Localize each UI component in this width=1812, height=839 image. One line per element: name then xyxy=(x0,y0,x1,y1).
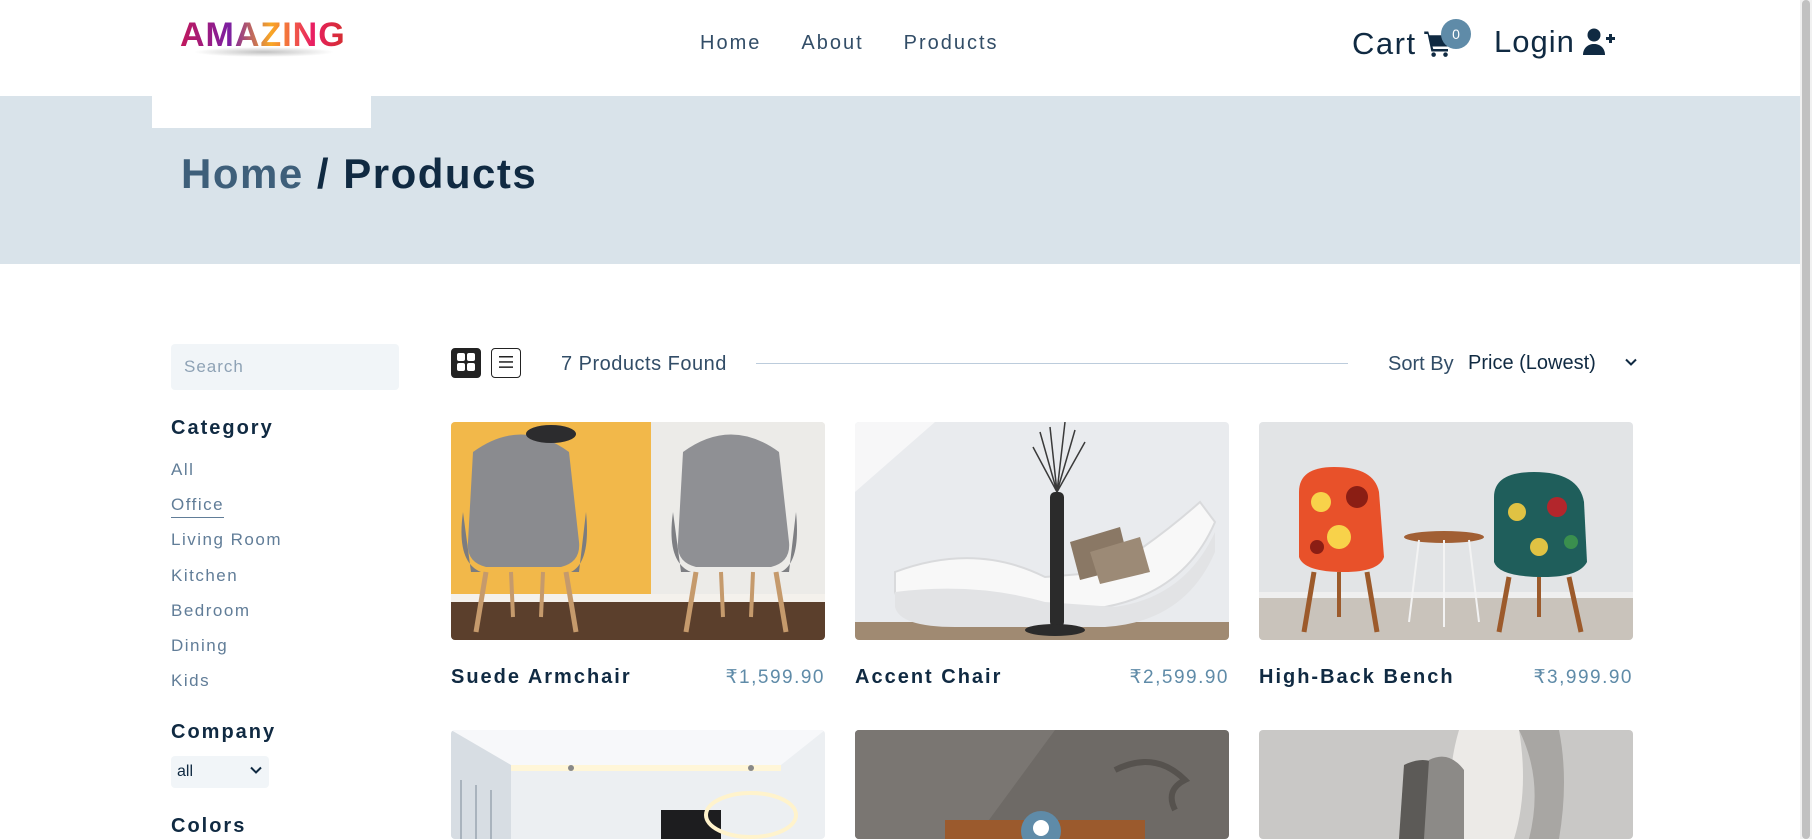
product-footer: Accent Chair ₹2,599.90 xyxy=(855,666,1229,689)
hero-notch xyxy=(152,96,371,128)
nav-link-about[interactable]: About xyxy=(801,32,863,55)
product-card[interactable]: High-Back Bench ₹3,999.90 xyxy=(1259,422,1633,689)
page-scrollbar[interactable] xyxy=(1800,0,1812,839)
products-found-count: 7 Products Found xyxy=(561,353,727,375)
brand-logo-text: AMAZING xyxy=(180,16,346,54)
navbar: AMAZING Home About Products Cart 0 Login xyxy=(0,0,1800,96)
category-heading: Category xyxy=(171,417,274,439)
product-card[interactable]: Accent Chair ₹2,599.90 xyxy=(855,422,1229,689)
category-item-dining[interactable]: Dining xyxy=(171,628,228,663)
breadcrumb-home-link[interactable]: Home xyxy=(181,150,304,197)
user-plus-icon xyxy=(1582,27,1615,57)
breadcrumb: Home / Products xyxy=(181,150,537,198)
product-image-row2-1[interactable] xyxy=(451,730,825,839)
login-button[interactable]: Login xyxy=(1494,24,1615,60)
product-image-suede-armchair[interactable] xyxy=(451,422,825,640)
brand-logo-image: AMAZING xyxy=(180,16,346,57)
colors-heading: Colors xyxy=(171,815,247,837)
product-name: Suede Armchair xyxy=(451,666,632,688)
cart-label: Cart xyxy=(1352,26,1417,61)
product-image-row2-2[interactable] xyxy=(855,730,1229,839)
grid-icon xyxy=(456,352,476,375)
company-heading: Company xyxy=(171,721,277,743)
list-view-button[interactable] xyxy=(491,348,521,378)
product-name: High-Back Bench xyxy=(1259,666,1455,688)
category-item-kids[interactable]: Kids xyxy=(171,664,210,699)
chevron-down-icon xyxy=(1624,352,1638,375)
sort-select-value: Price (Lowest) xyxy=(1468,351,1596,374)
category-item-bedroom[interactable]: Bedroom xyxy=(171,593,250,628)
main-nav: Home About Products xyxy=(700,32,999,55)
toolbar-divider xyxy=(756,363,1348,364)
product-footer: High-Back Bench ₹3,999.90 xyxy=(1259,666,1633,689)
product-image-accent-chair[interactable] xyxy=(855,422,1229,640)
login-label: Login xyxy=(1494,24,1575,59)
chevron-down-icon xyxy=(249,763,263,782)
grid-view-button[interactable] xyxy=(451,348,481,378)
scrollbar-thumb[interactable] xyxy=(1802,0,1810,839)
breadcrumb-current: Products xyxy=(343,150,538,197)
product-image-row2-3[interactable] xyxy=(1259,730,1633,839)
sort-select[interactable]: Price (Lowest) xyxy=(1468,348,1638,378)
product-price: ₹3,999.90 xyxy=(1533,667,1633,688)
brand-logo[interactable]: AMAZING xyxy=(178,14,350,58)
cart-count-badge: 0 xyxy=(1441,19,1471,49)
nav-link-home[interactable]: Home xyxy=(700,32,761,55)
product-price: ₹1,599.90 xyxy=(725,667,825,688)
category-item-living-room[interactable]: Living Room xyxy=(171,523,282,558)
sort-label: Sort By xyxy=(1388,353,1454,375)
search-input[interactable] xyxy=(171,344,399,390)
category-item-office[interactable]: Office xyxy=(171,487,225,522)
category-item-all[interactable]: All xyxy=(171,452,194,487)
product-image-high-back-bench[interactable] xyxy=(1259,422,1633,640)
category-list: All Office Living Room Kitchen Bedroom D… xyxy=(171,452,282,699)
breadcrumb-separator: / xyxy=(303,150,344,197)
company-select[interactable]: all xyxy=(171,756,269,788)
category-item-kitchen[interactable]: Kitchen xyxy=(171,558,238,593)
nav-link-products[interactable]: Products xyxy=(904,32,999,55)
list-icon xyxy=(497,353,515,374)
company-select-value: all xyxy=(177,763,194,780)
product-name: Accent Chair xyxy=(855,666,1003,688)
product-price: ₹2,599.90 xyxy=(1129,667,1229,688)
product-card[interactable]: Suede Armchair ₹1,599.90 xyxy=(451,422,825,689)
product-footer: Suede Armchair ₹1,599.90 xyxy=(451,666,825,689)
cart-button[interactable]: Cart xyxy=(1352,26,1453,62)
